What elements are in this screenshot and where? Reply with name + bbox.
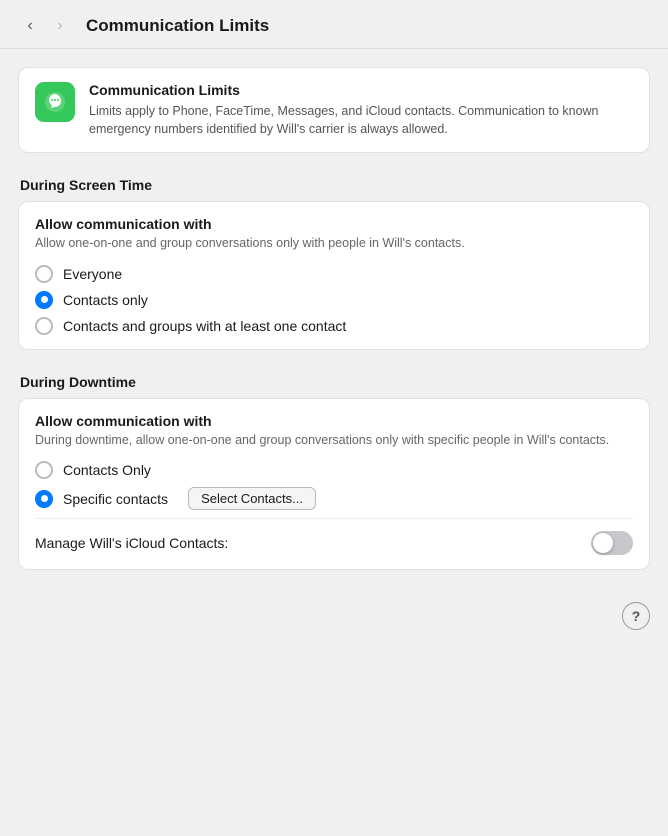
toggle-label: Manage Will's iCloud Contacts: bbox=[35, 535, 228, 551]
info-card-text: Communication Limits Limits apply to Pho… bbox=[89, 82, 633, 138]
radio-contacts-groups[interactable] bbox=[35, 317, 53, 335]
toggle-row: Manage Will's iCloud Contacts: bbox=[35, 518, 633, 555]
downtime-card-title: Allow communication with bbox=[35, 413, 633, 429]
screen-time-option-contacts-only[interactable]: Contacts only bbox=[35, 291, 633, 309]
radio-contacts-only-label: Contacts only bbox=[63, 292, 148, 308]
radio-specific-contacts-label: Specific contacts bbox=[63, 491, 168, 507]
downtime-option-specific-contacts[interactable]: Specific contacts Select Contacts... bbox=[35, 487, 633, 510]
forward-button[interactable]: › bbox=[48, 14, 72, 38]
help-button-container: ? bbox=[18, 594, 650, 634]
downtime-option-contacts-only[interactable]: Contacts Only bbox=[35, 461, 633, 479]
screen-time-option-everyone[interactable]: Everyone bbox=[35, 265, 633, 283]
communication-limits-icon bbox=[35, 82, 75, 122]
icloud-contacts-toggle[interactable] bbox=[591, 531, 633, 555]
radio-contacts-only[interactable] bbox=[35, 291, 53, 309]
radio-downtime-contacts-only-label: Contacts Only bbox=[63, 462, 151, 478]
page-title: Communication Limits bbox=[86, 16, 269, 36]
screen-time-card: Allow communication with Allow one-on-on… bbox=[18, 201, 650, 350]
info-card-title: Communication Limits bbox=[89, 82, 633, 98]
info-card-desc: Limits apply to Phone, FaceTime, Message… bbox=[89, 102, 633, 138]
screen-time-section-label: During Screen Time bbox=[18, 177, 650, 193]
radio-everyone-label: Everyone bbox=[63, 266, 122, 282]
screen-time-option-contacts-groups[interactable]: Contacts and groups with at least one co… bbox=[35, 317, 633, 335]
back-button[interactable]: ‹ bbox=[18, 14, 42, 38]
radio-specific-contacts[interactable] bbox=[35, 490, 53, 508]
help-button[interactable]: ? bbox=[622, 602, 650, 630]
downtime-card-desc: During downtime, allow one-on-one and gr… bbox=[35, 432, 633, 450]
nav-arrows: ‹ › bbox=[18, 14, 72, 38]
info-card: Communication Limits Limits apply to Pho… bbox=[18, 67, 650, 153]
radio-everyone[interactable] bbox=[35, 265, 53, 283]
downtime-section-label: During Downtime bbox=[18, 374, 650, 390]
radio-contacts-groups-label: Contacts and groups with at least one co… bbox=[63, 318, 346, 334]
nav-bar: ‹ › Communication Limits bbox=[0, 0, 668, 49]
screen-time-card-title: Allow communication with bbox=[35, 216, 633, 232]
select-contacts-button[interactable]: Select Contacts... bbox=[188, 487, 316, 510]
screen-time-card-desc: Allow one-on-one and group conversations… bbox=[35, 235, 633, 253]
radio-downtime-contacts-only[interactable] bbox=[35, 461, 53, 479]
main-content: Communication Limits Limits apply to Pho… bbox=[0, 49, 668, 652]
downtime-card: Allow communication with During downtime… bbox=[18, 398, 650, 571]
